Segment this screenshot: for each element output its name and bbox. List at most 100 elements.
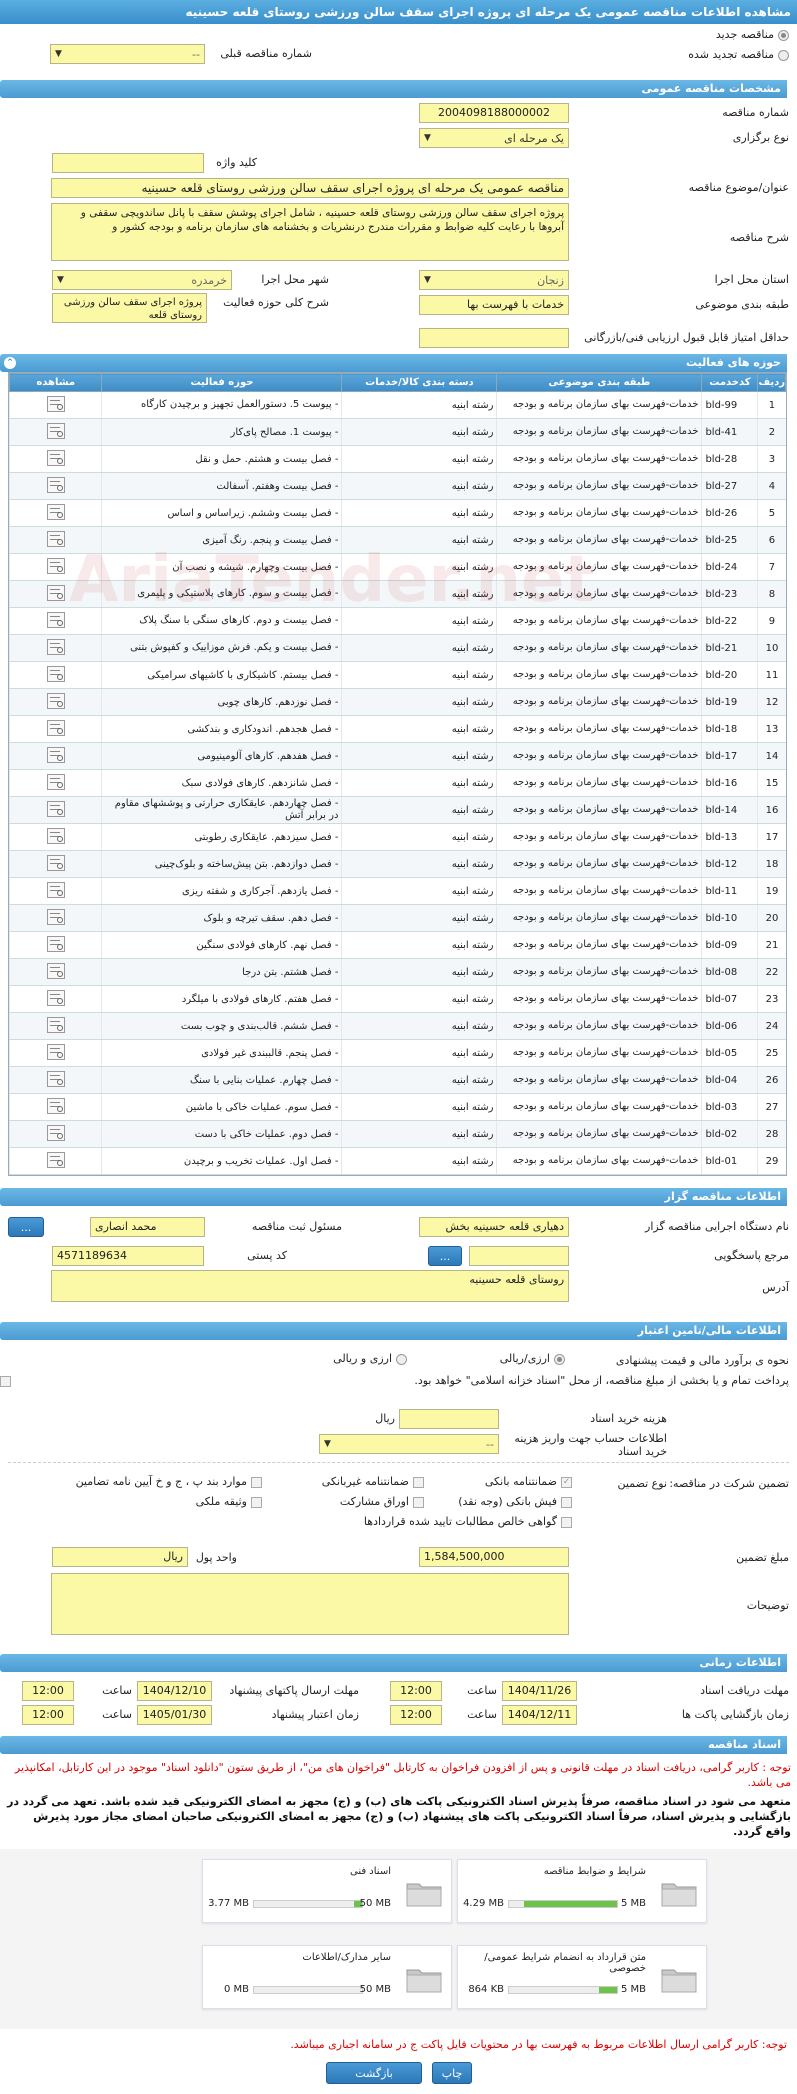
- area-cell: - فصل چهارم. عملیات بنایی با سنگ: [101, 1066, 342, 1094]
- province-select[interactable]: زنجان ▼: [419, 270, 569, 290]
- ref-field[interactable]: [469, 1246, 569, 1266]
- view-details-icon[interactable]: [46, 692, 65, 709]
- org-field[interactable]: دهیاری قلعه حسینیه بخش: [419, 1217, 569, 1237]
- guarantee-bonds[interactable]: اوراق مشارکت: [340, 1495, 424, 1508]
- view-details-icon[interactable]: [46, 1124, 65, 1141]
- guarantee-nonbank[interactable]: ضمانتنامه غیربانکی: [322, 1475, 424, 1488]
- view-details-icon[interactable]: [46, 827, 65, 844]
- send-time-field[interactable]: 12:00: [22, 1681, 74, 1701]
- table-row: 22 bld-08 خدمات-فهرست بهای سازمان برنامه و…: [8, 958, 786, 986]
- city-select[interactable]: خرمدره ▼: [52, 270, 232, 290]
- islamic-treasury-option[interactable]: پرداخت تمام و یا بخشی از مبلغ مناقصه، از…: [0, 1374, 789, 1388]
- radio-icon[interactable]: [396, 1353, 407, 1365]
- guarantee-cash[interactable]: فیش بانکی (وجه نقد): [458, 1495, 572, 1508]
- radio-icon[interactable]: [778, 49, 789, 61]
- currency-field[interactable]: ریال: [52, 1547, 188, 1567]
- radio-new-tender[interactable]: مناقصه جدید: [716, 28, 789, 41]
- radio-icon[interactable]: [554, 1353, 565, 1365]
- doc-cost-field[interactable]: [399, 1409, 499, 1429]
- checkbox-icon[interactable]: [561, 1496, 572, 1508]
- view-details-icon[interactable]: [46, 584, 65, 601]
- view-details-icon[interactable]: [46, 611, 65, 628]
- view-details-icon[interactable]: [46, 449, 65, 466]
- view-details-icon[interactable]: [46, 719, 65, 736]
- view-details-icon[interactable]: [46, 908, 65, 925]
- keyword-field[interactable]: [52, 153, 204, 173]
- document-card[interactable]: سایر مدارک/اطلاعات 50 MB 0 MB: [202, 1945, 452, 2009]
- view-details-icon[interactable]: [46, 881, 65, 898]
- guarantee-claims[interactable]: گواهی خالص مطالبات تایید شده قراردادها: [364, 1515, 572, 1528]
- view-details-icon[interactable]: [46, 1016, 65, 1033]
- radio-renewed-tender[interactable]: مناقصه تجدید شده: [688, 48, 789, 61]
- category-cell: خدمات-فهرست بهای سازمان برنامه و بودجه: [496, 769, 702, 797]
- print-button[interactable]: چاپ: [432, 2062, 472, 2084]
- view-details-icon[interactable]: [46, 989, 65, 1006]
- notes-textarea[interactable]: [51, 1573, 569, 1635]
- tender-number-field[interactable]: 2004098188000002: [419, 103, 569, 123]
- view-details-icon[interactable]: [46, 503, 65, 520]
- checkbox-icon[interactable]: [251, 1476, 262, 1488]
- row-number: 24: [757, 1012, 786, 1040]
- postal-field[interactable]: 4571189634: [52, 1246, 204, 1266]
- checkbox-icon[interactable]: [413, 1476, 424, 1488]
- table-row: 1 bld-99 خدمات-فهرست بهای سازمان برنامه و …: [8, 391, 786, 419]
- receive-time-field[interactable]: 12:00: [390, 1681, 442, 1701]
- view-details-icon[interactable]: [46, 935, 65, 952]
- view-details-icon[interactable]: [46, 638, 65, 655]
- valid-date-field[interactable]: 1405/01/30: [137, 1705, 212, 1725]
- islamic-checkbox[interactable]: [0, 1376, 11, 1387]
- service-code: bld-41: [701, 418, 758, 446]
- guarantee-items[interactable]: موارد بند پ ، ج و خ آیین نامه تضامین: [76, 1475, 262, 1488]
- checkbox-icon[interactable]: [413, 1496, 424, 1508]
- view-details-icon[interactable]: [46, 1070, 65, 1087]
- view-details-icon[interactable]: [46, 665, 65, 682]
- open-date-field[interactable]: 1404/12/11: [502, 1705, 577, 1725]
- collapse-icon[interactable]: ⌃: [4, 357, 16, 369]
- view-details-icon[interactable]: [46, 1097, 65, 1114]
- document-card[interactable]: متن قرارداد به انضمام شرایط عمومی/خصوصی 5…: [457, 1945, 707, 2009]
- view-details-icon[interactable]: [46, 395, 65, 412]
- back-button[interactable]: بازگشت: [326, 2062, 422, 2084]
- document-card[interactable]: شرایط و ضوابط مناقصه 5 MB 4.29 MB: [457, 1859, 707, 1923]
- view-details-icon[interactable]: [46, 1151, 65, 1168]
- checkbox-checked-icon[interactable]: ✓: [561, 1476, 572, 1488]
- prev-tender-select[interactable]: -- ▼: [50, 44, 205, 64]
- view-details-icon[interactable]: [46, 1043, 65, 1060]
- radio-icon[interactable]: [778, 29, 789, 41]
- guarantee-property[interactable]: وثیقه ملکی: [196, 1495, 262, 1508]
- receive-date-field[interactable]: 1404/11/26: [502, 1681, 577, 1701]
- amount-field[interactable]: 1,584,500,000: [419, 1547, 569, 1567]
- checkbox-icon[interactable]: [561, 1516, 572, 1528]
- category-field[interactable]: خدمات با فهرست بها: [419, 295, 569, 315]
- account-select[interactable]: -- ▼: [319, 1434, 499, 1454]
- view-details-icon[interactable]: [46, 422, 65, 439]
- radio-fx[interactable]: ارزی و ریالی: [333, 1352, 407, 1365]
- ref-lookup-button[interactable]: ...: [428, 1246, 462, 1266]
- valid-time-field[interactable]: 12:00: [22, 1705, 74, 1725]
- address-field[interactable]: روستای قلعه حسینیه: [51, 1270, 569, 1302]
- view-details-icon[interactable]: [46, 800, 65, 817]
- responsible-lookup-button[interactable]: ...: [8, 1217, 44, 1237]
- view-details-icon[interactable]: [46, 557, 65, 574]
- view-details-icon[interactable]: [46, 773, 65, 790]
- view-details-icon[interactable]: [46, 746, 65, 763]
- view-details-icon[interactable]: [46, 962, 65, 979]
- document-card[interactable]: اسناد فنی 50 MB 3.77 MB: [202, 1859, 452, 1923]
- desc-textarea[interactable]: پروژه اجرای سقف سالن ورزشی روستای قلعه ح…: [51, 203, 569, 261]
- group-cell: رشته ابنیه: [341, 850, 497, 878]
- guarantee-bank[interactable]: ✓ ضمانتنامه بانکی: [485, 1475, 572, 1488]
- activity-field[interactable]: پروژه اجرای سقف سالن ورزشی روستای قلعه: [52, 293, 207, 323]
- send-date-field[interactable]: 1404/12/10: [137, 1681, 212, 1701]
- view-details-icon[interactable]: [46, 530, 65, 547]
- view-details-icon[interactable]: [46, 476, 65, 493]
- responsible-field[interactable]: محمد انصاری: [90, 1217, 205, 1237]
- radio-rial[interactable]: ارزی/ریالی: [500, 1352, 565, 1365]
- min-score-field[interactable]: [419, 328, 569, 348]
- category-cell: خدمات-فهرست بهای سازمان برنامه و بودجه: [496, 418, 702, 446]
- view-details-icon[interactable]: [46, 854, 65, 871]
- group-cell: رشته ابنیه: [341, 1012, 497, 1040]
- open-time-field[interactable]: 12:00: [390, 1705, 442, 1725]
- hold-type-select[interactable]: یک مرحله ای ▼: [419, 128, 569, 148]
- subject-field[interactable]: مناقصه عمومی یک مرحله ای پروژه اجرای سقف…: [51, 178, 569, 198]
- checkbox-icon[interactable]: [251, 1496, 262, 1508]
